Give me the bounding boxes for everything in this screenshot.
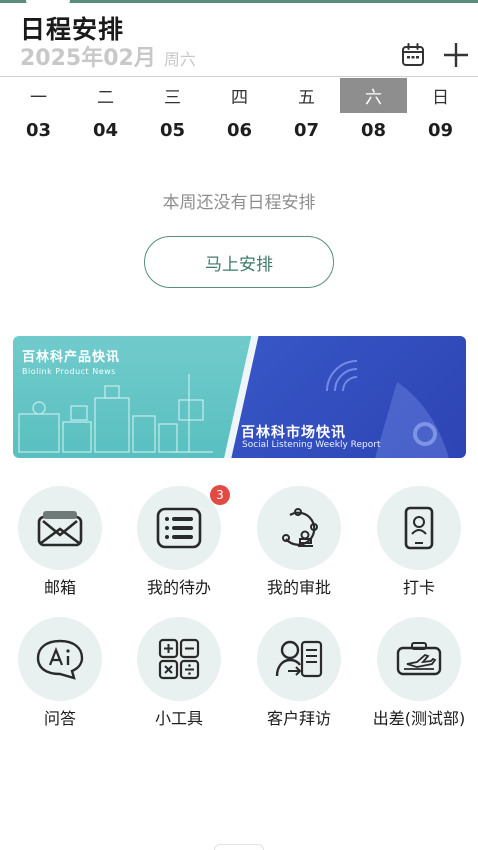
day-wed[interactable]: 三 05 xyxy=(139,78,206,150)
news-banner[interactable]: 百林科产品快讯 Biolink Product News 百林科市场快讯 Soc… xyxy=(13,336,466,458)
day-date: 07 xyxy=(293,119,320,141)
app-label: 我的待办 xyxy=(146,578,211,597)
banner-right-subtitle: Social Listening Weekly Report xyxy=(242,440,381,450)
header: 日程安排 2025年02月 周六 xyxy=(0,6,478,78)
day-thu[interactable]: 四 06 xyxy=(206,78,273,150)
app-qa[interactable]: 问答 xyxy=(0,615,120,735)
app-label: 客户拜访 xyxy=(266,709,331,728)
banner-left-title: 百林科产品快讯 xyxy=(22,350,121,365)
day-sun[interactable]: 日 09 xyxy=(407,78,474,150)
app-mailbox[interactable]: 邮箱 xyxy=(0,484,120,604)
day-date: 03 xyxy=(25,119,52,141)
empty-schedule-text: 本周还没有日程安排 xyxy=(162,193,316,213)
week-strip: 一 03 二 04 三 05 四 06 五 07 六 08 日 09 xyxy=(5,78,478,150)
current-month: 2025年02月 周六 xyxy=(20,40,196,72)
day-weekday: 三 xyxy=(164,88,181,108)
todo-count-badge: 3 xyxy=(210,485,230,505)
day-date: 05 xyxy=(159,119,186,141)
app-my-todo[interactable]: 3 我的待办 xyxy=(119,484,239,604)
day-weekday: 六 xyxy=(340,78,407,113)
day-date: 09 xyxy=(427,119,454,141)
header-divider xyxy=(0,76,478,77)
day-sat-selected[interactable]: 六 08 xyxy=(340,78,407,150)
app-label: 我的审批 xyxy=(266,578,331,597)
plus-icon xyxy=(444,43,468,67)
mailbox-icon xyxy=(18,486,102,570)
app-label: 打卡 xyxy=(402,578,435,597)
app-customer-visit[interactable]: 客户拜访 xyxy=(239,615,359,735)
app-business-trip[interactable]: 出差(测试部) xyxy=(359,615,478,735)
day-weekday: 五 xyxy=(298,88,315,108)
customer-visit-icon xyxy=(257,617,341,701)
business-trip-ticket-icon xyxy=(377,617,461,701)
add-schedule-button[interactable] xyxy=(441,40,471,70)
arrange-now-button[interactable]: 马上安排 xyxy=(144,236,334,288)
app-label: 出差(测试部) xyxy=(372,709,466,728)
day-fri[interactable]: 五 07 xyxy=(273,78,340,150)
day-tue[interactable]: 二 04 xyxy=(72,78,139,150)
app-my-approval[interactable]: 我的审批 xyxy=(239,484,359,604)
app-label: 小工具 xyxy=(154,709,203,728)
home-indicator xyxy=(214,844,264,850)
day-date: 08 xyxy=(360,119,387,141)
app-tools[interactable]: 小工具 xyxy=(119,615,239,735)
app-check-in[interactable]: 打卡 xyxy=(359,484,478,604)
month-label: 2025年02月 xyxy=(20,46,156,71)
day-weekday: 二 xyxy=(97,88,114,108)
calendar-icon[interactable] xyxy=(398,40,428,70)
top-accent-bar xyxy=(0,0,478,3)
day-date: 04 xyxy=(92,119,119,141)
approval-stamp-icon xyxy=(257,486,341,570)
ai-chat-icon xyxy=(18,617,102,701)
day-mon[interactable]: 一 03 xyxy=(5,78,72,150)
day-weekday: 日 xyxy=(432,88,449,108)
phone-checkin-icon xyxy=(377,486,461,570)
calculator-icon xyxy=(137,617,221,701)
day-date: 06 xyxy=(226,119,253,141)
day-weekday: 四 xyxy=(231,88,248,108)
weekday-label: 周六 xyxy=(163,50,196,69)
banner-right-title: 百林科市场快讯 xyxy=(241,425,346,441)
banner-left-subtitle: Biolink Product News xyxy=(22,367,116,376)
todo-list-icon xyxy=(137,486,221,570)
day-weekday: 一 xyxy=(30,88,47,108)
